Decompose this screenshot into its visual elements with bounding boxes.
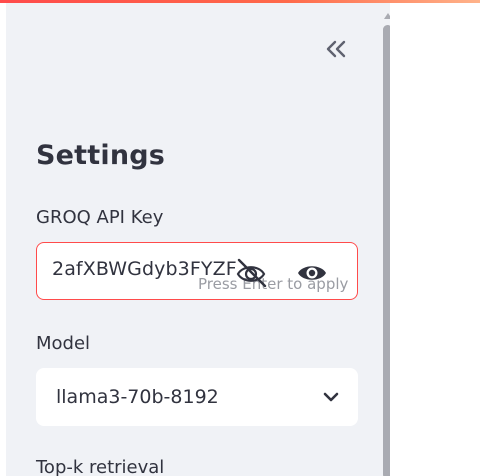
model-label: Model [36, 333, 91, 354]
double-chevron-left-icon [326, 40, 346, 58]
model-select[interactable]: llama3-70b-8192 [36, 368, 358, 426]
chevron-down-icon [323, 392, 339, 402]
api-key-label: GROQ API Key [36, 207, 164, 228]
collapse-sidebar-button[interactable] [322, 35, 350, 63]
topk-label: Top-k retrieval [36, 457, 165, 476]
app-window: Settings GROQ API Key 2afXBWGdyb3FYZF Pr… [0, 0, 480, 476]
sidebar-scrollbar[interactable] [383, 25, 390, 476]
eye-off-icon[interactable] [234, 257, 268, 287]
main-content [390, 3, 480, 476]
sidebar-title: Settings [36, 140, 166, 171]
sidebar: Settings GROQ API Key 2afXBWGdyb3FYZF Pr… [6, 3, 390, 476]
model-selected-value: llama3-70b-8192 [56, 386, 219, 408]
api-key-field[interactable]: 2afXBWGdyb3FYZF Press Enter to apply [36, 242, 358, 300]
scroll-up-arrow-icon[interactable] [382, 11, 390, 21]
eye-icon[interactable] [296, 261, 328, 285]
